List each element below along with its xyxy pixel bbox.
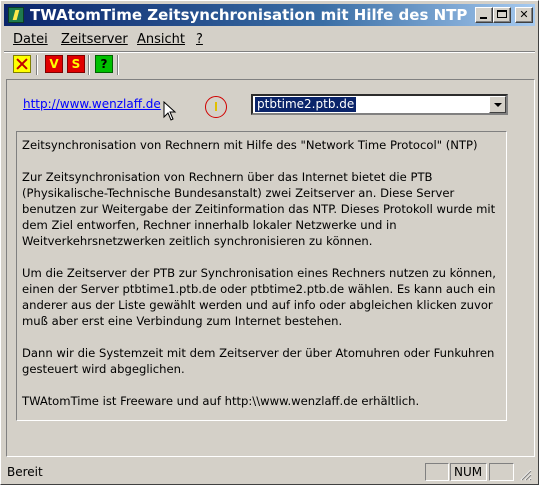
- status-pane: [489, 463, 514, 481]
- mouse-cursor-icon: [163, 101, 177, 121]
- title-bar[interactable]: TWAtomTime Zeitsynchronisation mit Hilfe…: [4, 4, 535, 26]
- close-icon: ✕: [519, 8, 529, 21]
- menu-ansicht[interactable]: Ansicht: [137, 32, 185, 48]
- menu-zeitserver[interactable]: Zeitserver: [61, 32, 128, 48]
- close-button[interactable]: ✕: [515, 7, 533, 23]
- info-paragraph: Um die Zeitserver der PTB zur Synchronis…: [22, 266, 496, 328]
- cancel-x-button[interactable]: [13, 55, 31, 73]
- main-window: TWAtomTime Zeitsynchronisation mit Hilfe…: [0, 0, 539, 485]
- info-text-panel: Zeitsynchronisation von Rechnern mit Hil…: [16, 131, 507, 421]
- server-select[interactable]: ptbtime2.ptb.de: [251, 94, 508, 115]
- minimize-button[interactable]: [475, 7, 493, 23]
- menu-datei[interactable]: Datei: [13, 32, 48, 48]
- website-link[interactable]: http://www.wenzlaff.de: [23, 97, 161, 111]
- toolbar: V S ?: [4, 54, 535, 76]
- toolbar-separator: [4, 51, 535, 52]
- toolbar-divider: [117, 55, 118, 75]
- connection-status-icon: [205, 96, 227, 118]
- status-pane-num: NUM: [450, 463, 487, 481]
- maximize-icon: [497, 10, 507, 18]
- chevron-down-icon[interactable]: [489, 96, 506, 113]
- v-button[interactable]: V: [45, 55, 63, 73]
- resize-grip-icon[interactable]: [518, 467, 532, 481]
- minimize-icon: [480, 17, 487, 19]
- info-paragraph: Dann wir die Systemzeit mit dem Zeitserv…: [22, 346, 495, 376]
- lightning-icon[interactable]: [8, 7, 24, 23]
- s-button[interactable]: S: [67, 55, 85, 73]
- menu-bar: Datei Zeitserver Ansicht ?: [4, 29, 535, 49]
- info-paragraph: Zeitsynchronisation von Rechnern mit Hil…: [22, 138, 478, 152]
- server-select-value: ptbtime2.ptb.de: [255, 97, 357, 112]
- maximize-button[interactable]: [493, 7, 511, 23]
- status-pane: [425, 463, 449, 481]
- info-paragraph: TWAtomTime ist Freeware und auf http:\\w…: [22, 394, 420, 408]
- toolbar-divider: [36, 55, 37, 75]
- toolbar-divider: [88, 55, 89, 75]
- info-paragraph: Zur Zeitsynchronisation von Rechnern übe…: [22, 170, 496, 248]
- help-button[interactable]: ?: [95, 55, 113, 73]
- status-text: Bereit: [7, 465, 43, 479]
- status-bar: Bereit NUM: [4, 461, 535, 483]
- window-title: TWAtomTime Zeitsynchronisation mit Hilfe…: [30, 6, 468, 24]
- menu-help[interactable]: ?: [196, 32, 203, 48]
